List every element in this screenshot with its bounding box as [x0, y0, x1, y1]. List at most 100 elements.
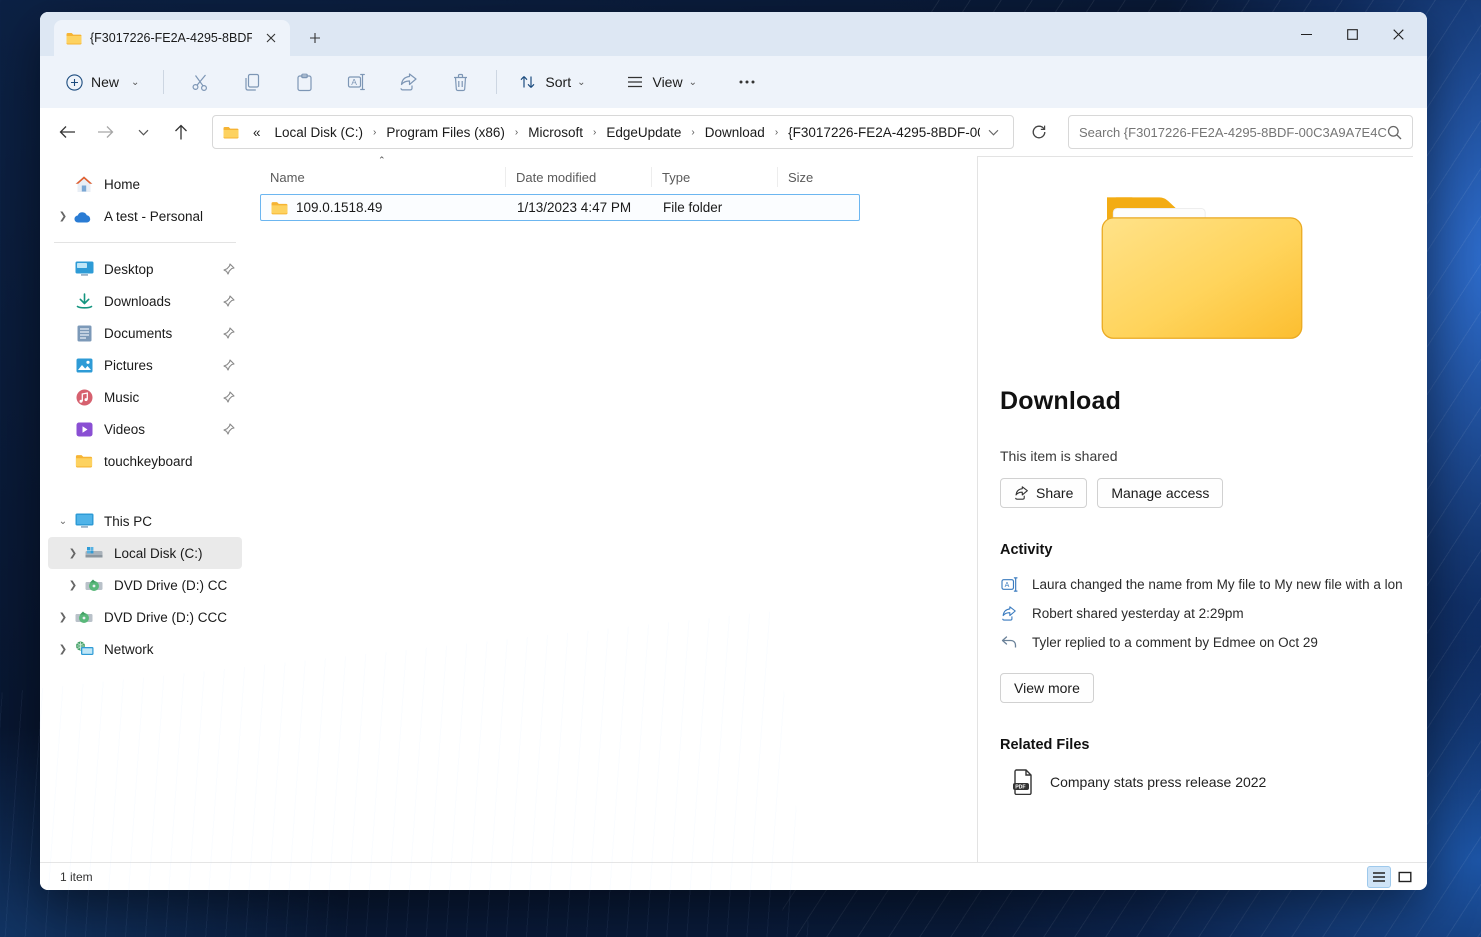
- window-controls: [1283, 12, 1421, 56]
- sidebar-item-documents[interactable]: Documents: [48, 317, 242, 349]
- sort-icon: [519, 74, 536, 90]
- sidebar-item-videos[interactable]: Videos: [48, 413, 242, 445]
- breadcrumb-item[interactable]: EdgeUpdate: [600, 122, 687, 143]
- breadcrumb-item[interactable]: {F3017226-FE2A-4295-8BDF-00C3A9A7E4C5}: [782, 122, 980, 143]
- sidebar-item-this-pc[interactable]: ⌄ This PC: [48, 505, 242, 537]
- folder-preview-icon: [1000, 191, 1403, 343]
- sidebar-item-onedrive[interactable]: ❯ A test - Personal: [48, 200, 242, 232]
- cut-button[interactable]: [180, 64, 220, 100]
- chevron-right-icon[interactable]: ❯: [62, 548, 84, 559]
- sidebar-item-local-disk-c[interactable]: ❯ Local Disk (C:): [48, 537, 242, 569]
- activity-item[interactable]: Robert shared yesterday at 2:29pm: [1000, 605, 1403, 622]
- column-header-type[interactable]: Type: [652, 167, 778, 187]
- view-button[interactable]: View ⌄: [617, 67, 706, 97]
- address-dropdown-icon[interactable]: [980, 129, 1007, 136]
- chevron-right-icon[interactable]: ❯: [52, 211, 74, 222]
- maximize-button[interactable]: [1329, 14, 1375, 54]
- new-button[interactable]: New ⌄: [54, 67, 151, 98]
- breadcrumb-item[interactable]: Program Files (x86): [380, 122, 511, 143]
- folder-icon: [74, 451, 94, 471]
- column-headers: Name ⌃ Date modified Type Size: [260, 160, 961, 194]
- chevron-down-icon: ⌄: [689, 77, 697, 88]
- chevron-down-icon[interactable]: ⌄: [52, 516, 74, 527]
- breadcrumb: « Local Disk (C:) › Program Files (x86) …: [247, 122, 980, 143]
- chevron-right-icon[interactable]: ❯: [52, 612, 74, 623]
- sort-ascending-icon: ⌃: [378, 155, 386, 166]
- close-button[interactable]: [1375, 14, 1421, 54]
- share-button-toolbar[interactable]: [388, 64, 428, 100]
- sort-button[interactable]: Sort ⌄: [509, 67, 595, 97]
- chevron-right-icon: ›: [773, 127, 780, 138]
- file-date-modified: 1/13/2023 4:47 PM: [507, 200, 653, 215]
- copy-button[interactable]: [232, 64, 272, 100]
- pin-icon: [220, 359, 238, 371]
- pin-icon: [220, 423, 238, 435]
- more-options-button[interactable]: [727, 64, 767, 100]
- activity-item[interactable]: A Laura changed the name from My file to…: [1000, 576, 1403, 593]
- activity-item[interactable]: Tyler replied to a comment by Edmee on O…: [1000, 634, 1403, 651]
- share-button[interactable]: Share: [1000, 478, 1087, 508]
- address-bar[interactable]: « Local Disk (C:) › Program Files (x86) …: [212, 115, 1014, 149]
- chevron-right-icon: ›: [689, 127, 696, 138]
- sidebar-item-music[interactable]: Music: [48, 381, 242, 413]
- column-header-date-modified[interactable]: Date modified: [506, 167, 652, 187]
- breadcrumb-overflow[interactable]: «: [247, 122, 267, 143]
- chevron-right-icon[interactable]: ❯: [52, 644, 74, 655]
- rename-activity-icon: A: [1000, 577, 1018, 592]
- chevron-right-icon[interactable]: ❯: [62, 580, 84, 591]
- search-input[interactable]: [1079, 125, 1387, 140]
- sidebar-item-pictures[interactable]: Pictures: [48, 349, 242, 381]
- home-icon: [74, 174, 94, 194]
- manage-access-button[interactable]: Manage access: [1097, 478, 1223, 508]
- sidebar-item-dvd-drive-1[interactable]: ❯ DVD Drive (D:) CC: [48, 569, 242, 601]
- sidebar-divider: [54, 242, 236, 243]
- svg-text:A: A: [1004, 582, 1009, 589]
- column-header-name[interactable]: Name ⌃: [260, 167, 506, 187]
- search-box: [1068, 115, 1413, 149]
- related-file-item[interactable]: PDF Company stats press release 2022: [1000, 769, 1403, 795]
- sidebar-item-dvd-drive-2[interactable]: ❯ DVD Drive (D:) CCC: [48, 601, 242, 633]
- reply-activity-icon: [1000, 636, 1018, 649]
- tab-close-icon[interactable]: [260, 27, 282, 49]
- related-file-name: Company stats press release 2022: [1050, 774, 1266, 790]
- file-list: Name ⌃ Date modified Type Size 109.0.151…: [246, 156, 977, 862]
- sidebar-item-downloads[interactable]: Downloads: [48, 285, 242, 317]
- sidebar-item-home[interactable]: Home: [48, 168, 242, 200]
- chevron-right-icon: ›: [591, 127, 598, 138]
- main-content: Home ❯ A test - Personal Desktop Downloa…: [40, 156, 1427, 862]
- recent-locations-button[interactable]: [126, 116, 160, 148]
- details-view-toggle[interactable]: [1367, 866, 1391, 888]
- file-row-selected[interactable]: 109.0.1518.49 1/13/2023 4:47 PM File fol…: [260, 194, 860, 221]
- back-button[interactable]: [50, 116, 84, 148]
- breadcrumb-item[interactable]: Microsoft: [522, 122, 589, 143]
- refresh-button[interactable]: [1022, 116, 1056, 148]
- rename-button[interactable]: A: [336, 64, 376, 100]
- up-button[interactable]: [164, 116, 198, 148]
- pdf-file-icon: PDF: [1012, 769, 1034, 795]
- forward-button[interactable]: [88, 116, 122, 148]
- desktop-icon: [74, 259, 94, 279]
- minimize-button[interactable]: [1283, 14, 1329, 54]
- explorer-tab[interactable]: {F3017226-FE2A-4295-8BDF-0: [54, 20, 290, 56]
- search-icon[interactable]: [1387, 125, 1402, 140]
- music-icon: [74, 387, 94, 407]
- paste-button[interactable]: [284, 64, 324, 100]
- sidebar-item-touchkeyboard[interactable]: touchkeyboard: [48, 445, 242, 477]
- local-disk-icon: [84, 543, 104, 563]
- delete-button[interactable]: [440, 64, 480, 100]
- view-more-button[interactable]: View more: [1000, 673, 1094, 703]
- videos-icon: [74, 419, 94, 439]
- folder-icon: [223, 126, 239, 139]
- column-header-size[interactable]: Size: [778, 167, 844, 187]
- sidebar-item-network[interactable]: ❯ Network: [48, 633, 242, 665]
- pin-icon: [220, 263, 238, 275]
- svg-text:A: A: [351, 77, 357, 87]
- breadcrumb-item[interactable]: Download: [699, 122, 771, 143]
- view-icon: [627, 75, 643, 89]
- breadcrumb-item[interactable]: Local Disk (C:): [269, 122, 370, 143]
- sort-label: Sort: [545, 74, 571, 90]
- large-icons-view-toggle[interactable]: [1393, 866, 1417, 888]
- new-tab-button[interactable]: [300, 23, 330, 53]
- sidebar-item-desktop[interactable]: Desktop: [48, 253, 242, 285]
- downloads-icon: [74, 291, 94, 311]
